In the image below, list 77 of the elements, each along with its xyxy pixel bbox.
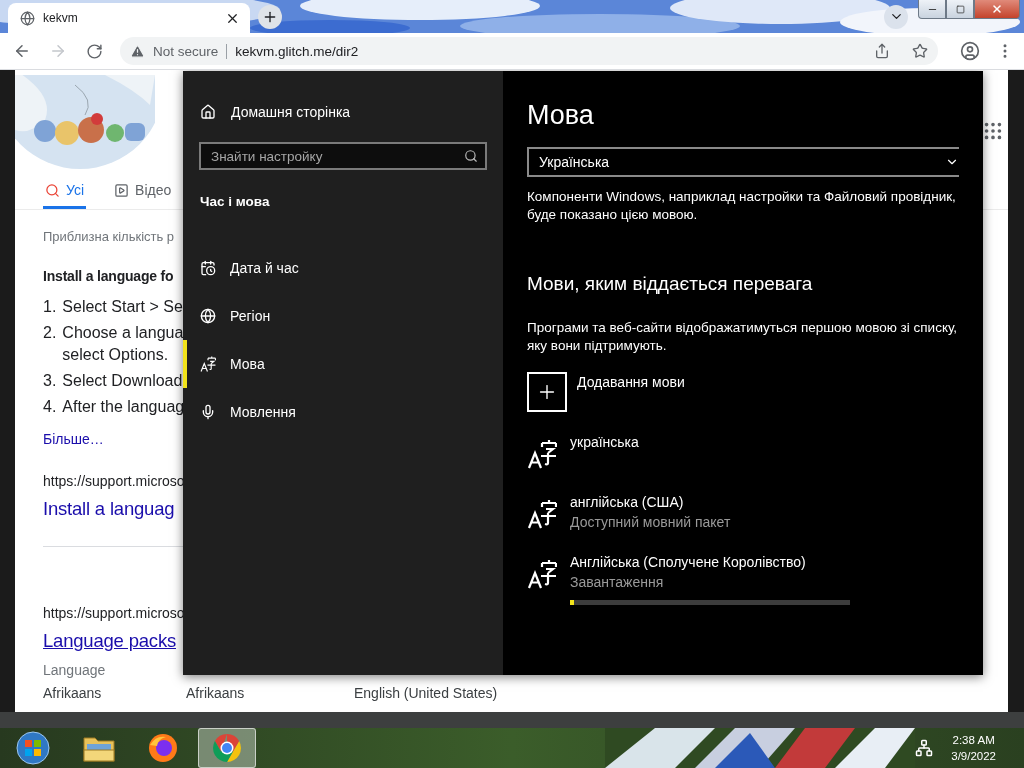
- maximize-icon: [955, 4, 965, 14]
- settings-nav-item[interactable]: Дата й час: [183, 244, 503, 292]
- result-url: https://support.microso: [43, 605, 185, 621]
- firefox-icon: [148, 733, 178, 763]
- section-heading: Час і мова: [200, 194, 271, 209]
- step-number: 3.: [43, 371, 57, 391]
- table-cell-text: Afrikaans: [186, 684, 246, 702]
- back-icon: [13, 42, 31, 60]
- page-title: Мова: [527, 100, 594, 131]
- browser-tab[interactable]: kekvm: [8, 3, 250, 33]
- step-number: 4.: [43, 397, 57, 417]
- profile-icon[interactable]: [960, 41, 980, 61]
- forward-icon: [49, 42, 67, 60]
- result-link[interactable]: Install a languag: [43, 498, 175, 520]
- step-number: 1.: [43, 297, 57, 317]
- more-link[interactable]: Більше…: [43, 431, 104, 447]
- step-text: Select Download: [62, 371, 183, 391]
- search-icon: [464, 149, 478, 163]
- bookmark-star-icon[interactable]: [912, 43, 928, 59]
- language-status: Доступний мовний пакет: [570, 513, 731, 531]
- step-text: After the languag: [62, 397, 185, 417]
- clock[interactable]: 2:38 AM 3/9/2022: [951, 732, 996, 764]
- reload-icon: [85, 42, 103, 60]
- home-icon: [200, 104, 216, 120]
- maximize-button[interactable]: [946, 0, 974, 19]
- url-text: kekvm.glitch.me/dir2: [235, 43, 360, 59]
- result-count: Приблизна кількість р: [43, 229, 175, 244]
- chrome-icon: [212, 733, 242, 763]
- language-icon: [200, 356, 216, 372]
- globe-icon: [20, 10, 35, 26]
- result-url: https://support.microso: [43, 473, 185, 489]
- security-label: Not secure: [153, 43, 228, 59]
- step-text: Choose a langua: [62, 323, 184, 343]
- warning-icon: [130, 43, 145, 59]
- language-icon: [527, 499, 557, 529]
- home-link[interactable]: Домашня сторінка: [200, 104, 503, 120]
- language-icon: [527, 559, 557, 589]
- settings-search-field[interactable]: Знайти настройку: [199, 142, 487, 170]
- close-icon: [991, 3, 1003, 15]
- search-tab[interactable]: Усі: [43, 182, 87, 209]
- close-button[interactable]: [974, 0, 1020, 19]
- description-text: Програми та веб-сайти відображатимуться першою мовою зі списку, яку вони підтримують.: [527, 319, 959, 355]
- globe-icon: [200, 308, 216, 324]
- tab-title: kekvm: [43, 11, 79, 25]
- microphone-icon: [200, 404, 216, 420]
- settings-nav-item[interactable]: Регіон: [183, 292, 503, 340]
- language-icon: [527, 439, 557, 469]
- add-language-button[interactable]: [527, 372, 567, 412]
- search-tab[interactable]: Відео: [112, 182, 174, 209]
- network-icon[interactable]: [915, 739, 934, 757]
- description-text: Компоненти Windows, наприклад настройки та Файловий провідник, буде показано цією мовою.: [527, 188, 957, 224]
- language-name[interactable]: українська: [570, 433, 639, 451]
- table-caption: Language: [43, 662, 106, 678]
- table-cell-text: Afrikaans: [43, 684, 103, 702]
- display-language-dropdown[interactable]: Українська: [527, 147, 959, 177]
- minimize-button[interactable]: [918, 0, 946, 19]
- language-name[interactable]: англійська (США): [570, 493, 731, 511]
- settings-nav-item[interactable]: Мовлення: [183, 388, 503, 436]
- result-link[interactable]: Language packs: [43, 630, 176, 652]
- step-text: Select Start > Se: [62, 297, 183, 317]
- apps-grid-icon[interactable]: [982, 120, 1004, 142]
- folder-icon: [83, 734, 115, 762]
- reload-button[interactable]: [84, 41, 104, 61]
- calendar-clock-icon: [200, 260, 216, 276]
- section-heading: Мови, яким віддається перевага: [527, 273, 813, 295]
- step-number: 2.: [43, 323, 57, 343]
- language-name[interactable]: Англійська (Сполучене Королівство): [570, 553, 850, 571]
- table-cell: English (United States): [354, 684, 498, 702]
- address-field[interactable]: Not secure kekvm.glitch.me/dir2: [120, 37, 938, 65]
- search-icon: [45, 182, 60, 198]
- language-status: Завантаження: [570, 573, 665, 591]
- snippet-heading: Install a language fo: [43, 268, 174, 284]
- share-icon[interactable]: [874, 43, 890, 59]
- step-text: select Options.: [62, 345, 170, 365]
- start-orb-icon: [16, 731, 50, 765]
- add-language-label[interactable]: Додавання мови: [577, 374, 685, 390]
- play-icon: [114, 182, 130, 198]
